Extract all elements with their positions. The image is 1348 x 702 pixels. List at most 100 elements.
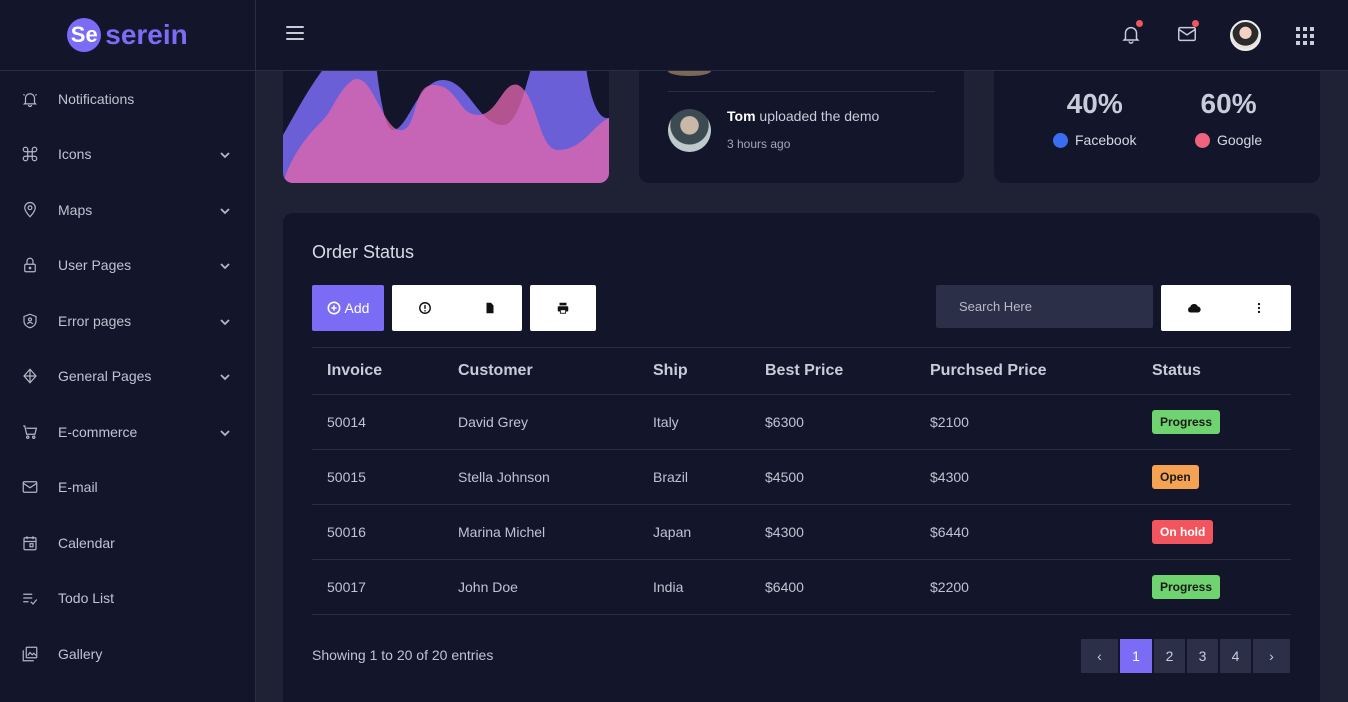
order-table: Invoice Customer Ship Best Price Purchse… bbox=[312, 347, 1291, 615]
mail-icon[interactable] bbox=[1175, 20, 1199, 46]
legend-dot bbox=[1053, 132, 1068, 148]
chevron-down-icon bbox=[219, 259, 231, 271]
entries-info: Showing 1 to 20 of 20 entries bbox=[312, 647, 494, 663]
add-button[interactable]: Add bbox=[312, 285, 384, 331]
activity-user: Tom bbox=[727, 108, 756, 124]
mail-icon bbox=[20, 477, 40, 497]
column-header[interactable]: Best Price bbox=[750, 347, 915, 395]
activity-time: 3 hours ago bbox=[727, 137, 791, 151]
source-value: 40% bbox=[1066, 88, 1123, 119]
column-header[interactable]: Ship bbox=[638, 347, 750, 395]
file-button[interactable] bbox=[457, 301, 522, 315]
sidebar-item-calendar[interactable]: Calendar bbox=[0, 515, 255, 571]
order-status-card: Order Status Add Invoice Customer Ship bbox=[283, 213, 1320, 702]
source-legend: Facebook bbox=[1053, 132, 1136, 148]
status-cell: Open bbox=[1137, 449, 1291, 505]
chevron-down-icon bbox=[219, 204, 231, 216]
next-page-button[interactable]: › bbox=[1252, 638, 1291, 674]
plus-circle-icon bbox=[327, 301, 341, 315]
apps-grid-icon[interactable] bbox=[1296, 27, 1314, 45]
source-label: Google bbox=[1217, 132, 1263, 148]
sidebar-item-label: Notifications bbox=[58, 90, 135, 107]
sidebar-item-label: E-commerce bbox=[58, 423, 138, 440]
activity-action: uploaded the demo bbox=[759, 108, 880, 124]
info-button[interactable] bbox=[392, 301, 457, 315]
source-value: 60% bbox=[1200, 88, 1257, 119]
purchased-price-cell: $2200 bbox=[915, 559, 1137, 615]
more-vertical-icon bbox=[1257, 302, 1260, 314]
prev-page-button[interactable]: ‹ bbox=[1080, 638, 1119, 674]
print-button[interactable] bbox=[530, 285, 596, 331]
sidebar-item-general-pages[interactable]: General Pages bbox=[0, 349, 255, 405]
alert-circle-icon bbox=[418, 302, 431, 314]
invoice-cell: 50016 bbox=[312, 504, 443, 560]
sidebar-item-user-pages[interactable]: User Pages bbox=[0, 238, 255, 294]
legend-dot bbox=[1195, 132, 1210, 148]
column-header[interactable]: Status bbox=[1137, 347, 1291, 395]
sidebar-item-label: Gallery bbox=[58, 645, 103, 662]
status-badge: Open bbox=[1152, 465, 1199, 489]
printer-icon bbox=[557, 302, 569, 314]
page-button-4[interactable]: 4 bbox=[1219, 638, 1252, 674]
chevron-down-icon bbox=[219, 148, 231, 160]
chevron-down-icon bbox=[219, 426, 231, 438]
sidebar-item-gallery[interactable]: Gallery bbox=[0, 626, 255, 682]
command-icon bbox=[20, 144, 40, 164]
calendar-icon bbox=[20, 533, 40, 553]
search-input[interactable] bbox=[936, 285, 1153, 328]
brand-logo[interactable]: Se serein bbox=[0, 0, 255, 71]
column-header[interactable]: Customer bbox=[443, 347, 638, 395]
table-row: 50014 David Grey Italy $6300 $2100 Progr… bbox=[312, 394, 1291, 450]
sidebar: Se serein Notifications Icons Maps User … bbox=[0, 0, 256, 702]
customer-cell: Stella Johnson bbox=[443, 449, 638, 505]
ship-cell: India bbox=[638, 559, 750, 615]
cloud-icon bbox=[1187, 303, 1201, 313]
page-button-1[interactable]: 1 bbox=[1119, 638, 1153, 674]
invoice-cell: 50017 bbox=[312, 559, 443, 615]
status-cell: Progress bbox=[1137, 394, 1291, 450]
sidebar-item-label: Calendar bbox=[58, 534, 115, 551]
gallery-icon bbox=[20, 644, 40, 664]
avatar[interactable] bbox=[1230, 20, 1261, 51]
table-header-row: Invoice Customer Ship Best Price Purchse… bbox=[312, 347, 1291, 395]
more-options-button[interactable] bbox=[1226, 301, 1291, 315]
sidebar-item-label: General Pages bbox=[58, 368, 152, 385]
cart-icon bbox=[20, 422, 40, 442]
sidebar-item-todo-list[interactable]: Todo List bbox=[0, 571, 255, 627]
sidebar-item-error-pages[interactable]: Error pages bbox=[0, 293, 255, 349]
sidebar-item-e-commerce[interactable]: E-commerce bbox=[0, 404, 255, 460]
divider bbox=[668, 91, 935, 92]
purchased-price-cell: $4300 bbox=[915, 449, 1137, 505]
checklist-icon bbox=[20, 588, 40, 608]
ship-cell: Italy bbox=[638, 394, 750, 450]
cloud-button[interactable] bbox=[1161, 300, 1226, 316]
sidebar-item-e-mail[interactable]: E-mail bbox=[0, 460, 255, 516]
best-price-cell: $4500 bbox=[750, 449, 915, 505]
invoice-cell: 50015 bbox=[312, 449, 443, 505]
sidebar-item-icons[interactable]: Icons bbox=[0, 127, 255, 183]
menu-toggle-icon[interactable] bbox=[286, 26, 304, 42]
shield-icon bbox=[20, 311, 40, 331]
pagination: ‹ 1 2 3 4 › bbox=[1080, 638, 1291, 674]
file-icon bbox=[486, 302, 493, 314]
page-button-2[interactable]: 2 bbox=[1153, 638, 1186, 674]
sidebar-item-label: Icons bbox=[58, 146, 92, 163]
brand-mark: Se bbox=[67, 18, 102, 52]
page-button-3[interactable]: 3 bbox=[1186, 638, 1219, 674]
topbar bbox=[256, 0, 1348, 71]
column-header[interactable]: Purchsed Price bbox=[915, 347, 1137, 395]
best-price-cell: $6400 bbox=[750, 559, 915, 615]
bell-icon[interactable] bbox=[1119, 20, 1143, 46]
source-google: 60% Google bbox=[1195, 88, 1262, 148]
sidebar-item-maps[interactable]: Maps bbox=[0, 182, 255, 238]
best-price-cell: $6300 bbox=[750, 394, 915, 450]
status-cell: Progress bbox=[1137, 559, 1291, 615]
sidebar-item-notifications[interactable]: Notifications bbox=[0, 71, 255, 127]
table-row: 50015 Stella Johnson Brazil $4500 $4300 … bbox=[312, 449, 1291, 505]
column-header[interactable]: Invoice bbox=[312, 347, 443, 395]
action-button-group bbox=[1161, 285, 1291, 331]
table-row: 50016 Marina Michel Japan $4300 $6440 On… bbox=[312, 504, 1291, 560]
status-badge: Progress bbox=[1152, 410, 1221, 434]
sidebar-item-label: Maps bbox=[58, 201, 93, 218]
customer-cell: David Grey bbox=[443, 394, 638, 450]
